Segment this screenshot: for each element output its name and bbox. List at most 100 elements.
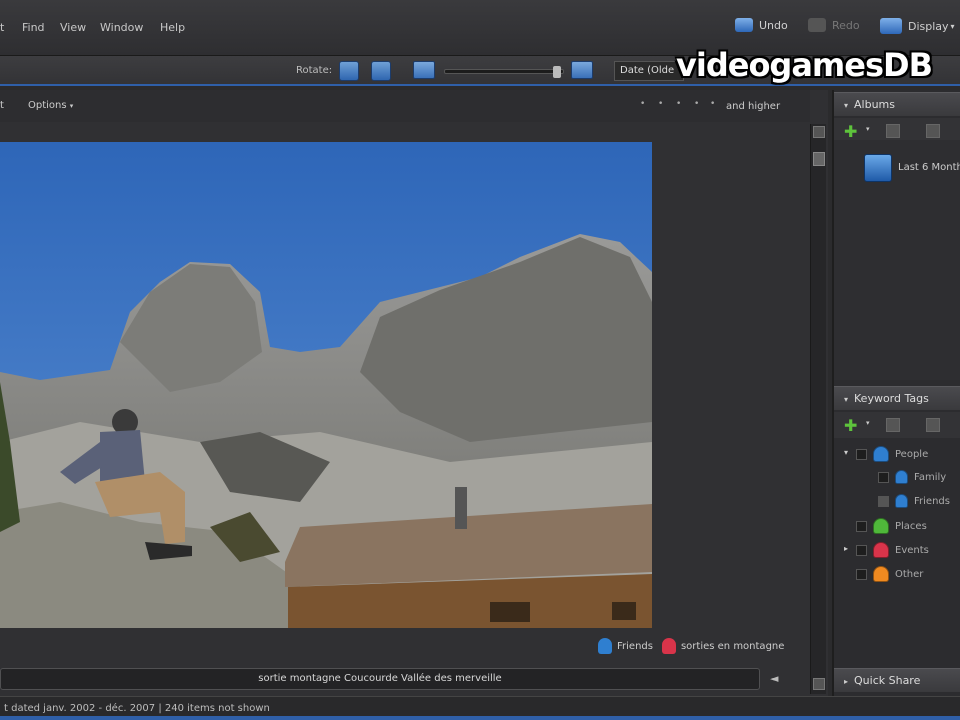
organizer-panel: ▾ Albums ✚ ▾ Last 6 Month ▾ Keyword Tags ✚… [832, 90, 960, 696]
delete-tag-icon[interactable] [886, 418, 900, 432]
edit-tag-icon[interactable] [926, 418, 940, 432]
zoom-slider-knob[interactable] [553, 66, 561, 78]
people-tag-icon [873, 446, 889, 462]
other-tag-icon [873, 566, 889, 582]
add-album-arrow-icon[interactable]: ▾ [866, 125, 870, 133]
options-label: Options [28, 100, 67, 111]
rotate-right-icon[interactable] [371, 61, 391, 81]
options-menu[interactable]: Options ▾ [28, 100, 73, 111]
menu-window[interactable]: Window [100, 21, 143, 34]
media-browser: t Options ▾ • • • • • and higher Friends… [0, 90, 828, 696]
albums-collapse-icon: ▾ [844, 101, 849, 110]
menu-help[interactable]: Help [160, 21, 185, 34]
display-arrow-icon: ▾ [950, 21, 955, 31]
tag-checkbox[interactable] [878, 471, 889, 483]
sorties-tag-icon[interactable] [661, 638, 676, 654]
redo-icon [808, 18, 826, 32]
tag-row-events[interactable]: Events [856, 542, 929, 558]
rating-star-3-icon[interactable]: • [676, 99, 681, 109]
albums-header[interactable]: ▾ Albums [834, 92, 960, 116]
albums-list: Last 6 Month [834, 140, 960, 380]
accent-stripe [0, 716, 960, 720]
rating-star-2-icon[interactable]: • [658, 99, 663, 109]
tag-label: Events [895, 544, 929, 556]
keyword-tags-header[interactable]: ▾ Keyword Tags [834, 386, 960, 410]
photo-preview[interactable] [0, 142, 652, 628]
vertical-scrollbar[interactable] [810, 124, 826, 694]
watermark-text: videogamesDB [676, 46, 933, 84]
photo-organizer-window: t Find View Window Help Undo Redo Displa… [0, 0, 960, 720]
album-item-label[interactable]: Last 6 Month [898, 162, 960, 173]
add-tag-icon[interactable]: ✚ [844, 416, 857, 435]
tag-label: Friends [914, 495, 950, 507]
tag-label: Other [895, 568, 924, 580]
quick-share-title: Quick Share [854, 674, 921, 687]
edit-album-icon[interactable] [926, 124, 940, 138]
rotate-label: Rotate: [296, 65, 333, 76]
photo-tag-label: Friends [617, 640, 653, 652]
smart-album-icon [864, 154, 892, 182]
display-label: Display [908, 19, 949, 33]
mountain-photo [0, 142, 652, 628]
delete-album-icon[interactable] [886, 124, 900, 138]
keyword-tags-toolbar: ✚ ▾ [834, 412, 960, 438]
photo-tag-list: Friends sorties en montagne [598, 638, 784, 654]
rating-star-4-icon[interactable]: • [694, 99, 699, 109]
add-tag-arrow-icon[interactable]: ▾ [866, 419, 870, 427]
rating-star-1-icon[interactable]: • [640, 99, 645, 109]
tag-checkbox[interactable] [878, 495, 889, 507]
tag-checkbox[interactable] [856, 568, 867, 580]
display-icon [880, 18, 902, 34]
zoom-slider[interactable] [444, 66, 564, 78]
tag-label: Family [914, 471, 947, 483]
add-album-icon[interactable]: ✚ [844, 122, 857, 141]
rotate-left-icon[interactable] [339, 61, 359, 81]
tag-row-places[interactable]: Places [856, 518, 927, 534]
tag-row-people[interactable]: People [856, 446, 928, 462]
tag-row-other[interactable]: Other [856, 566, 923, 582]
small-thumbnail-icon[interactable] [413, 61, 435, 79]
display-button[interactable]: Display ▾ [880, 18, 955, 34]
send-icon[interactable]: ◄ [770, 672, 782, 685]
redo-label: Redo [832, 18, 860, 32]
undo-label: Undo [759, 18, 788, 32]
tag-checkbox[interactable] [856, 520, 867, 532]
edit-menu-fragment[interactable]: t [0, 100, 5, 114]
menu-find[interactable]: Find [22, 21, 45, 34]
scroll-down-button[interactable] [813, 678, 825, 690]
family-tag-icon [895, 470, 908, 484]
photo-tag-label: sorties en montagne [680, 640, 785, 652]
tag-label: People [895, 448, 929, 460]
albums-title: Albums [854, 98, 895, 111]
menu-edit[interactable]: t [0, 21, 4, 34]
friends-tag-icon[interactable] [598, 638, 612, 654]
quick-share-expand-icon: ▸ [844, 677, 849, 686]
tag-row-friends[interactable]: Friends [878, 494, 950, 508]
rating-filter-label: and higher [726, 101, 781, 112]
friends-tag-icon [895, 494, 908, 508]
rating-star-5-icon[interactable]: • [710, 99, 715, 109]
large-photo-icon[interactable] [571, 61, 593, 79]
keyword-tags-list: ▾ People Family Friends Places ▸ Events … [834, 440, 960, 660]
caption-field[interactable]: sortie montagne Coucourde Vallée des mer… [0, 668, 760, 690]
keyword-tags-collapse-icon: ▾ [844, 395, 849, 404]
undo-icon [735, 18, 753, 32]
quick-share-header[interactable]: ▸ Quick Share [834, 668, 960, 692]
scroll-up-button[interactable] [813, 126, 825, 138]
people-expander-icon[interactable]: ▾ [844, 448, 848, 457]
tag-row-family[interactable]: Family [878, 470, 946, 484]
scroll-thumb[interactable] [813, 152, 825, 166]
tag-checkbox[interactable] [856, 544, 867, 556]
browser-header: t Options ▾ • • • • • and higher [0, 90, 810, 122]
redo-button[interactable]: Redo [808, 18, 860, 32]
menu-view[interactable]: View [60, 21, 86, 34]
tag-label: Places [895, 520, 927, 532]
events-tag-icon [873, 542, 889, 558]
places-tag-icon [873, 518, 889, 534]
keyword-tags-title: Keyword Tags [854, 392, 929, 405]
tag-checkbox[interactable] [856, 448, 867, 460]
sort-order-select[interactable]: Date (Olde [614, 61, 684, 81]
options-arrow-icon: ▾ [69, 102, 74, 110]
undo-button[interactable]: Undo [735, 18, 788, 32]
events-expander-icon[interactable]: ▸ [844, 544, 848, 553]
